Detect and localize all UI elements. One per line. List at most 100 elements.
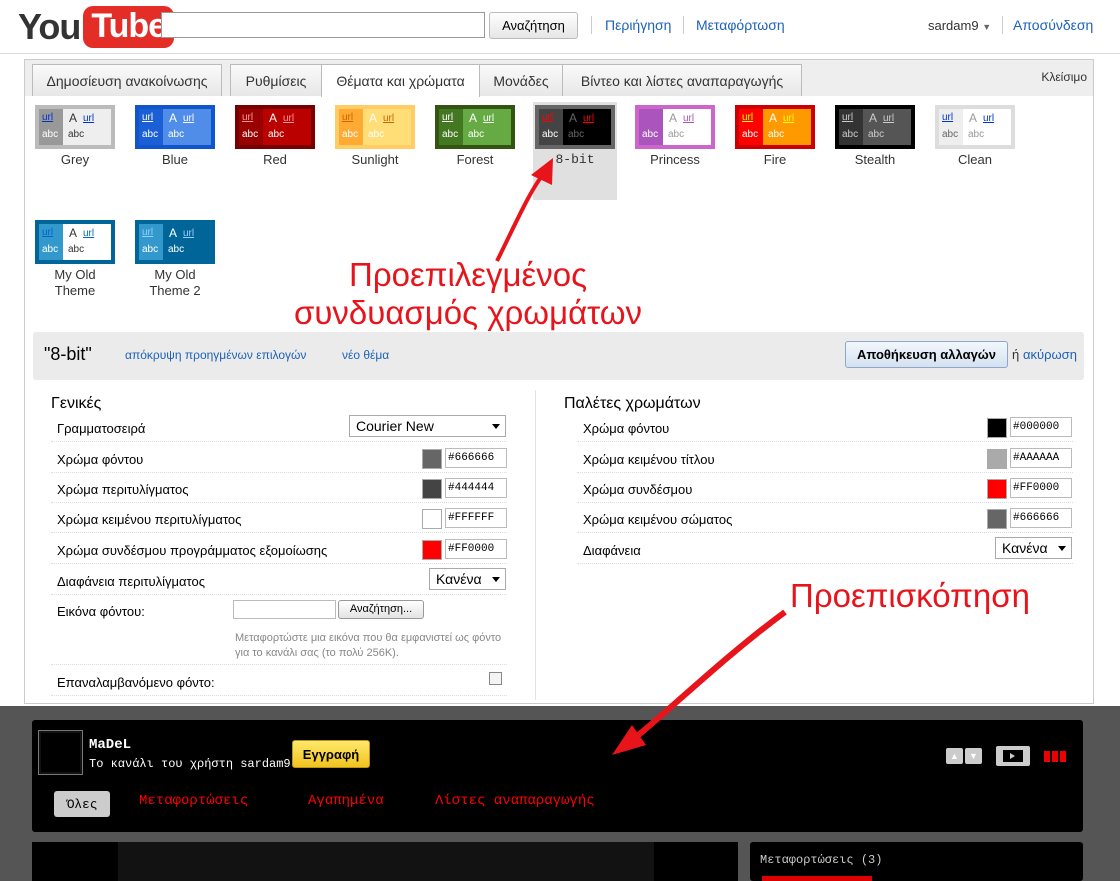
hide-advanced-link[interactable]: απόκρυψη προηγμένων επιλογών — [125, 348, 306, 362]
wrapper-color-chip[interactable] — [422, 479, 442, 499]
user-menu[interactable]: sardam9 ▼ — [928, 18, 991, 33]
theme-name-label: Forest — [456, 152, 494, 167]
player-link-chip[interactable] — [422, 540, 442, 560]
theme-swatch: url Aurl abc abc — [835, 105, 915, 149]
chevron-down-icon: ▼ — [965, 748, 982, 764]
subscribe-button[interactable]: Εγγραφή — [292, 740, 370, 768]
uploads-panel-title: Μεταφορτώσεις (3) — [760, 853, 883, 867]
wrapper-color-row: Χρώμα περιτυλίγματος #444444 — [51, 473, 507, 503]
tabs-bar: Δημοσίευση ανακοίνωσης Ρυθμίσεις Θέματα … — [25, 60, 1093, 97]
palette-opacity-label: Διαφάνεια — [583, 543, 641, 558]
theme-name: "8-bit" — [44, 344, 92, 364]
close-link[interactable]: Κλείσιμο — [1041, 70, 1087, 84]
chevron-down-icon — [492, 577, 500, 582]
upload-link[interactable]: Μεταφόρτωση — [696, 17, 785, 33]
palette-body-label: Χρώμα κειμένου σώματος — [583, 512, 733, 527]
annotation-preview: Προεπισκόπηση — [790, 577, 1030, 614]
wrapper-color-field[interactable]: #444444 — [445, 478, 507, 498]
uploads-panel-bar — [762, 876, 872, 881]
preview-uploads-panel: Μεταφορτώσεις (3) — [750, 842, 1083, 881]
theme-option[interactable]: url Aurl abc abc My Old Theme — [33, 217, 117, 299]
palette-link-chip[interactable] — [987, 479, 1007, 499]
search-input[interactable] — [161, 12, 485, 38]
wrapper-text-row: Χρώμα κειμένου περιτυλίγματος #FFFFFF — [51, 503, 507, 533]
theme-option[interactable]: url Aurl abc abc Fire — [733, 102, 817, 168]
theme-swatch: url Aurl abc abc — [35, 105, 115, 149]
theme-swatch: url Aurl abc abc — [235, 105, 315, 149]
wrapper-color-label: Χρώμα περιτυλίγματος — [57, 482, 189, 497]
tab-themes-colors[interactable]: Θέματα και χρώματα — [321, 64, 480, 97]
player-link-field[interactable]: #FF0000 — [445, 539, 507, 559]
theme-option[interactable]: url Aurl abc abc My Old Theme 2 — [133, 217, 217, 299]
preview-tab-uploads[interactable]: Μεταφορτώσεις — [139, 793, 248, 809]
theme-name-label: My Old Theme — [54, 267, 96, 298]
theme-option[interactable]: url Aurl abc abc Princess — [633, 102, 717, 168]
palette-link-label: Χρώμα συνδέσμου — [583, 482, 693, 497]
wrapper-text-label: Χρώμα κειμένου περιτυλίγματος — [57, 512, 242, 527]
palette-opacity-select[interactable]: Κανένα — [995, 537, 1072, 559]
theme-option[interactable]: url Aurl abc abc 8-bit — [533, 102, 617, 200]
theme-name-label: Clean — [958, 152, 992, 167]
theme-option[interactable]: url Aurl abc abc Forest — [433, 102, 517, 168]
browse-link[interactable]: Περιήγηση — [605, 17, 671, 33]
theme-name-label: Red — [263, 152, 287, 167]
theme-option[interactable]: url Aurl abc abc Clean — [933, 102, 1017, 168]
new-theme-link[interactable]: νέο θέμα — [342, 348, 389, 362]
chevron-down-icon — [492, 424, 500, 429]
font-row: Γραμματοσειρά Courier New — [51, 412, 507, 442]
theme-swatch: url Aurl abc abc — [135, 105, 215, 149]
save-button[interactable]: Αποθήκευση αλλαγών — [845, 341, 1008, 368]
cancel-link[interactable]: ακύρωση — [1023, 347, 1077, 362]
palettes-section-title: Παλέτες χρωμάτων — [564, 395, 701, 412]
collapse-toggle[interactable]: ▲ ▼ — [946, 748, 982, 764]
grid-view-icon[interactable] — [1044, 751, 1066, 762]
theme-option[interactable]: url Aurl abc abc Blue — [133, 102, 217, 168]
theme-option[interactable]: url Aurl abc abc Grey — [33, 102, 117, 168]
font-label: Γραμματοσειρά — [57, 421, 146, 436]
top-header: You Tube Αναζήτηση Περιήγηση Μεταφόρτωση… — [0, 0, 1120, 54]
palette-body-chip[interactable] — [987, 509, 1007, 529]
preview-tab-playlists[interactable]: Λίστες αναπαραγωγής — [435, 793, 595, 809]
palette-link-field[interactable]: #FF0000 — [1010, 478, 1072, 498]
video-player[interactable] — [118, 842, 654, 881]
preview-tab-all[interactable]: Όλες — [54, 791, 110, 817]
general-section-title: Γενικές — [51, 395, 102, 412]
wrapper-text-field[interactable]: #FFFFFF — [445, 508, 507, 528]
palette-bg-label: Χρώμα φόντου — [583, 421, 670, 436]
theme-name-label: 8-bit — [555, 152, 595, 167]
palette-title-field[interactable]: #AAAAAA — [1010, 448, 1072, 468]
logo-you: You — [18, 6, 81, 47]
preview-player-area — [32, 842, 738, 881]
signout-link[interactable]: Αποσύνδεση — [1013, 17, 1093, 33]
font-select[interactable]: Courier New — [349, 415, 506, 437]
wrapper-text-chip[interactable] — [422, 509, 442, 529]
palette-title-chip[interactable] — [987, 449, 1007, 469]
tab-bulletin[interactable]: Δημοσίευση ανακοίνωσης — [32, 64, 222, 96]
tab-modules[interactable]: Μονάδες — [479, 64, 563, 96]
palette-bg-chip[interactable] — [987, 418, 1007, 438]
bg-image-input[interactable] — [233, 600, 336, 619]
theme-option[interactable]: url Aurl abc abc Red — [233, 102, 317, 168]
palette-bg-field[interactable]: #000000 — [1010, 417, 1072, 437]
palette-body-field[interactable]: #666666 — [1010, 508, 1072, 528]
wrapper-opacity-label: Διαφάνεια περιτυλίγματος — [57, 574, 205, 589]
search-button[interactable]: Αναζήτηση — [489, 12, 578, 39]
theme-swatch: url Aurl abc abc — [35, 220, 115, 264]
annotation-default-theme: Προεπιλεγμένος συνδυασμός χρωμάτων — [286, 256, 650, 332]
theme-option[interactable]: url Aurl abc abc Sunlight — [333, 102, 417, 168]
bg-color-chip[interactable] — [422, 449, 442, 469]
player-view-icon[interactable] — [996, 746, 1030, 766]
youtube-logo[interactable]: You Tube — [18, 6, 175, 48]
wrapper-opacity-select[interactable]: Κανένα — [429, 568, 506, 590]
repeat-bg-checkbox[interactable] — [489, 672, 502, 685]
tab-settings[interactable]: Ρυθμίσεις — [230, 64, 322, 96]
theme-option[interactable]: url Aurl abc abc Stealth — [833, 102, 917, 168]
bg-color-field[interactable]: #666666 — [445, 448, 507, 468]
preview-tab-favorites[interactable]: Αγαπημένα — [308, 793, 384, 809]
tab-videos-playlists[interactable]: Βίντεο και λίστες αναπαραγωγής — [562, 64, 802, 96]
browse-file-button[interactable]: Αναζήτηση... — [338, 600, 424, 619]
bg-image-row: Εικόνα φόντου: Αναζήτηση... Μεταφορτώστε… — [51, 595, 507, 665]
theme-swatch: url Aurl abc abc — [935, 105, 1015, 149]
theme-name-label: My Old Theme 2 — [149, 267, 201, 298]
channel-subtitle: Το κανάλι του χρήστη sardam9 — [89, 757, 291, 771]
